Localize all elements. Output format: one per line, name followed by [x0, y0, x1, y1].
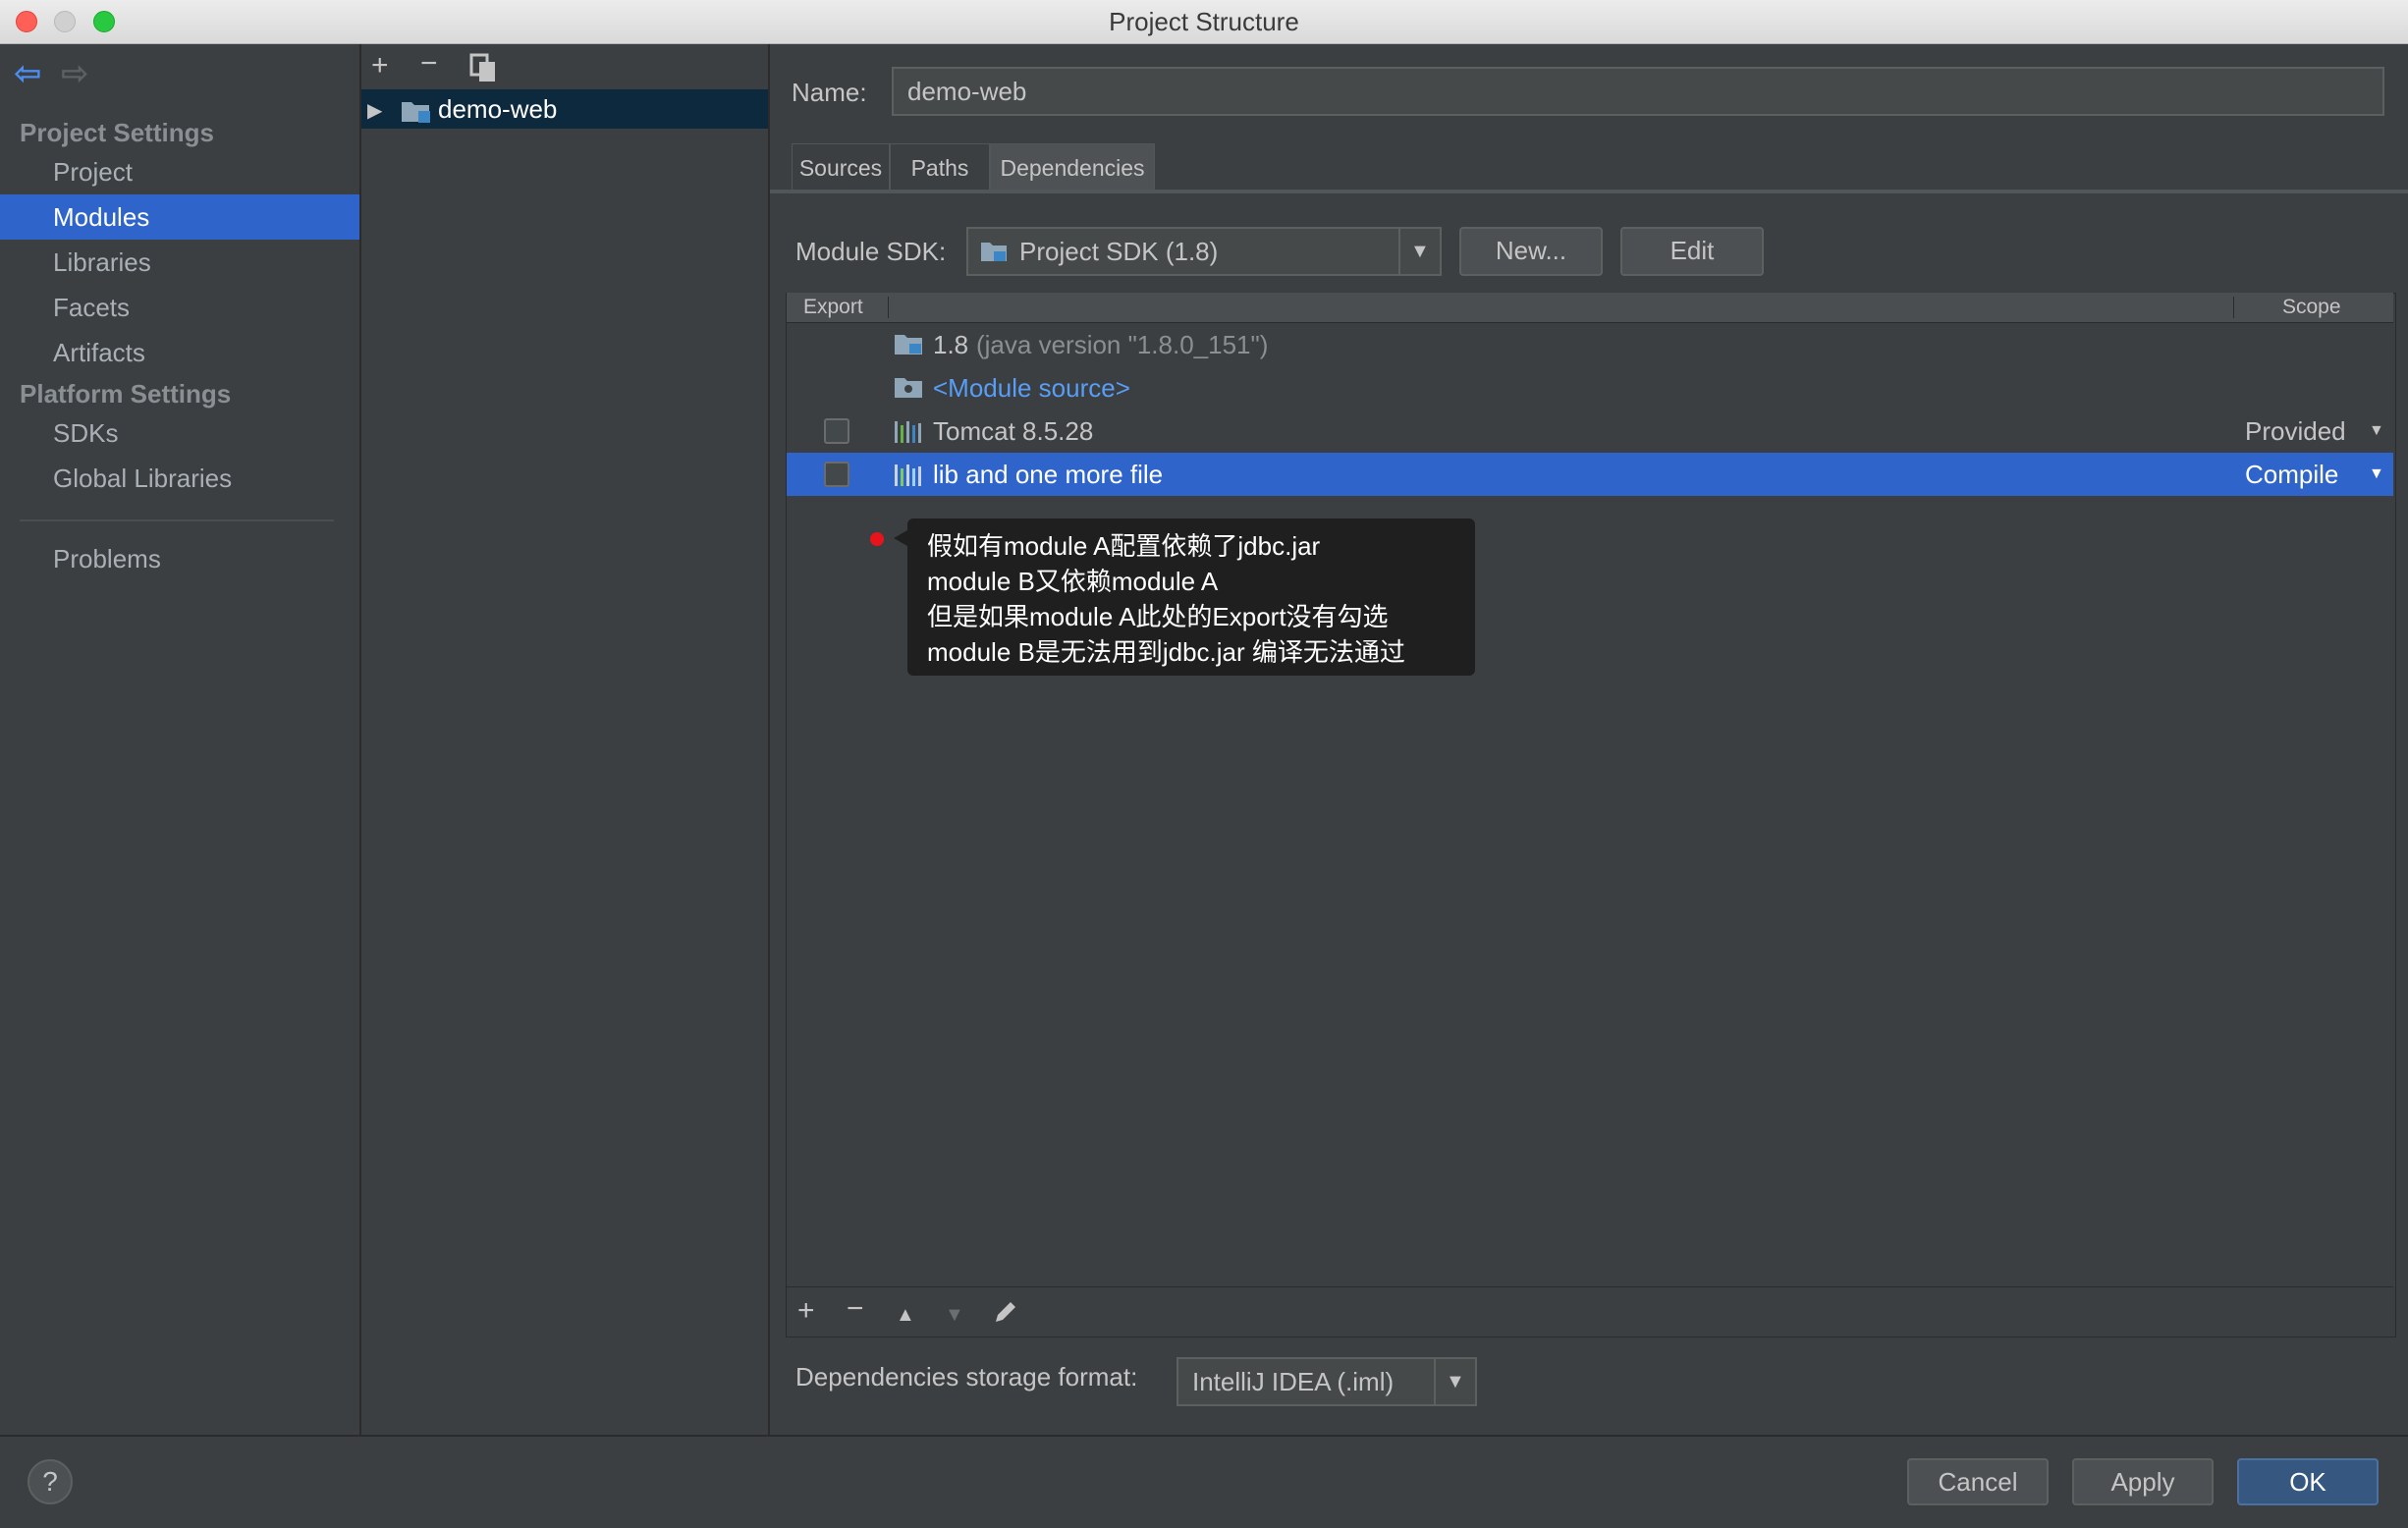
tab-dependencies[interactable]: Dependencies	[990, 143, 1155, 191]
remove-icon[interactable]: −	[847, 1294, 864, 1324]
forward-arrow-icon[interactable]: ⇨	[61, 57, 89, 90]
chevron-down-icon[interactable]: ▼	[2369, 418, 2384, 444]
back-arrow-icon[interactable]: ⇦	[14, 57, 42, 90]
sidebar-item-problems[interactable]: Problems	[53, 536, 161, 581]
copy-icon[interactable]	[469, 53, 497, 82]
new-sdk-button[interactable]: New...	[1459, 227, 1603, 276]
tooltip-pointer	[894, 530, 907, 546]
source-folder-icon	[894, 374, 923, 400]
name-field[interactable]: demo-web	[892, 67, 2384, 116]
tooltip-line: 但是如果module A此处的Export没有勾选	[927, 602, 1389, 631]
storage-format-select[interactable]: IntelliJ IDEA (.iml)	[1177, 1357, 1477, 1406]
select-divider	[1398, 229, 1400, 274]
scope-select[interactable]: Compile	[2245, 453, 2338, 496]
column-divider	[2233, 297, 2234, 318]
add-icon[interactable]: +	[371, 51, 389, 81]
chevron-down-icon[interactable]: ▼	[1446, 1371, 1465, 1393]
select-divider	[1434, 1359, 1436, 1404]
sidebar-item-facets[interactable]: Facets	[53, 285, 130, 330]
ok-button[interactable]: OK	[2237, 1458, 2379, 1505]
sidebar-divider	[20, 519, 334, 521]
dependency-name: 1.8	[933, 330, 969, 359]
export-checkbox[interactable]	[824, 462, 849, 487]
remove-icon[interactable]: −	[420, 49, 438, 79]
module-source-link[interactable]: <Module source>	[933, 366, 1130, 409]
column-header-scope[interactable]: Scope	[2282, 293, 2341, 322]
module-tree-panel	[361, 44, 770, 1435]
move-up-icon[interactable]: ▲	[896, 1304, 915, 1327]
module-folder-icon	[401, 98, 432, 124]
move-down-icon[interactable]: ▼	[945, 1304, 964, 1327]
sidebar-item-sdks[interactable]: SDKs	[53, 410, 118, 456]
sidebar-item-modules[interactable]: Modules	[0, 194, 359, 240]
storage-format-label: Dependencies storage format:	[795, 1362, 1138, 1392]
window-title: Project Structure	[1109, 7, 1299, 36]
column-divider	[888, 297, 889, 318]
dependency-detail: (java version "1.8.0_151")	[976, 330, 1269, 359]
jdk-folder-icon	[894, 331, 923, 356]
sidebar-item-global-libraries[interactable]: Global Libraries	[53, 456, 232, 501]
add-icon[interactable]: +	[797, 1296, 815, 1326]
chevron-down-icon[interactable]: ▼	[2369, 462, 2384, 487]
tooltip-line: module B又依赖module A	[927, 567, 1219, 596]
dependency-name: lib and one more file	[933, 460, 1164, 489]
expand-arrow-icon[interactable]: ▶	[367, 98, 382, 123]
module-sdk-select[interactable]: Project SDK (1.8)	[966, 227, 1442, 276]
help-button[interactable]: ?	[27, 1459, 73, 1504]
edit-sdk-button[interactable]: Edit	[1620, 227, 1764, 276]
cancel-button[interactable]: Cancel	[1907, 1458, 2049, 1505]
tab-sources[interactable]: Sources	[792, 143, 890, 191]
apply-button[interactable]: Apply	[2072, 1458, 2214, 1505]
export-checkbox[interactable]	[824, 418, 849, 444]
name-label: Name:	[792, 78, 867, 107]
chevron-down-icon[interactable]: ▼	[1410, 241, 1430, 263]
column-header-export[interactable]: Export	[803, 293, 863, 322]
scope-select[interactable]: Provided	[2245, 409, 2346, 453]
sidebar-item-artifacts[interactable]: Artifacts	[53, 330, 145, 375]
annotation-dot	[870, 532, 884, 546]
edit-pencil-icon[interactable]	[992, 1298, 1019, 1326]
platform-settings-header: Platform Settings	[20, 379, 232, 409]
sidebar-item-libraries[interactable]: Libraries	[53, 240, 151, 285]
tree-item-label: demo-web	[438, 94, 558, 124]
table-toolbar-divider	[787, 1286, 2393, 1287]
sidebar-item-project[interactable]: Project	[53, 149, 133, 194]
tooltip-line: module B是无法用到jdbc.jar 编译无法通过	[927, 637, 1405, 667]
dependency-name: Tomcat 8.5.28	[933, 416, 1094, 446]
table-header	[787, 293, 2393, 323]
sdk-folder-icon	[980, 240, 1008, 263]
project-settings-header: Project Settings	[20, 118, 214, 147]
module-sdk-label: Module SDK:	[795, 237, 947, 266]
annotation-tooltip: 假如有module A配置依赖了jdbc.jar module B又依赖modu…	[907, 518, 1475, 676]
tab-paths[interactable]: Paths	[890, 143, 990, 191]
library-icon	[894, 463, 921, 486]
tooltip-line: 假如有module A配置依赖了jdbc.jar	[927, 531, 1321, 561]
library-icon	[894, 419, 921, 443]
